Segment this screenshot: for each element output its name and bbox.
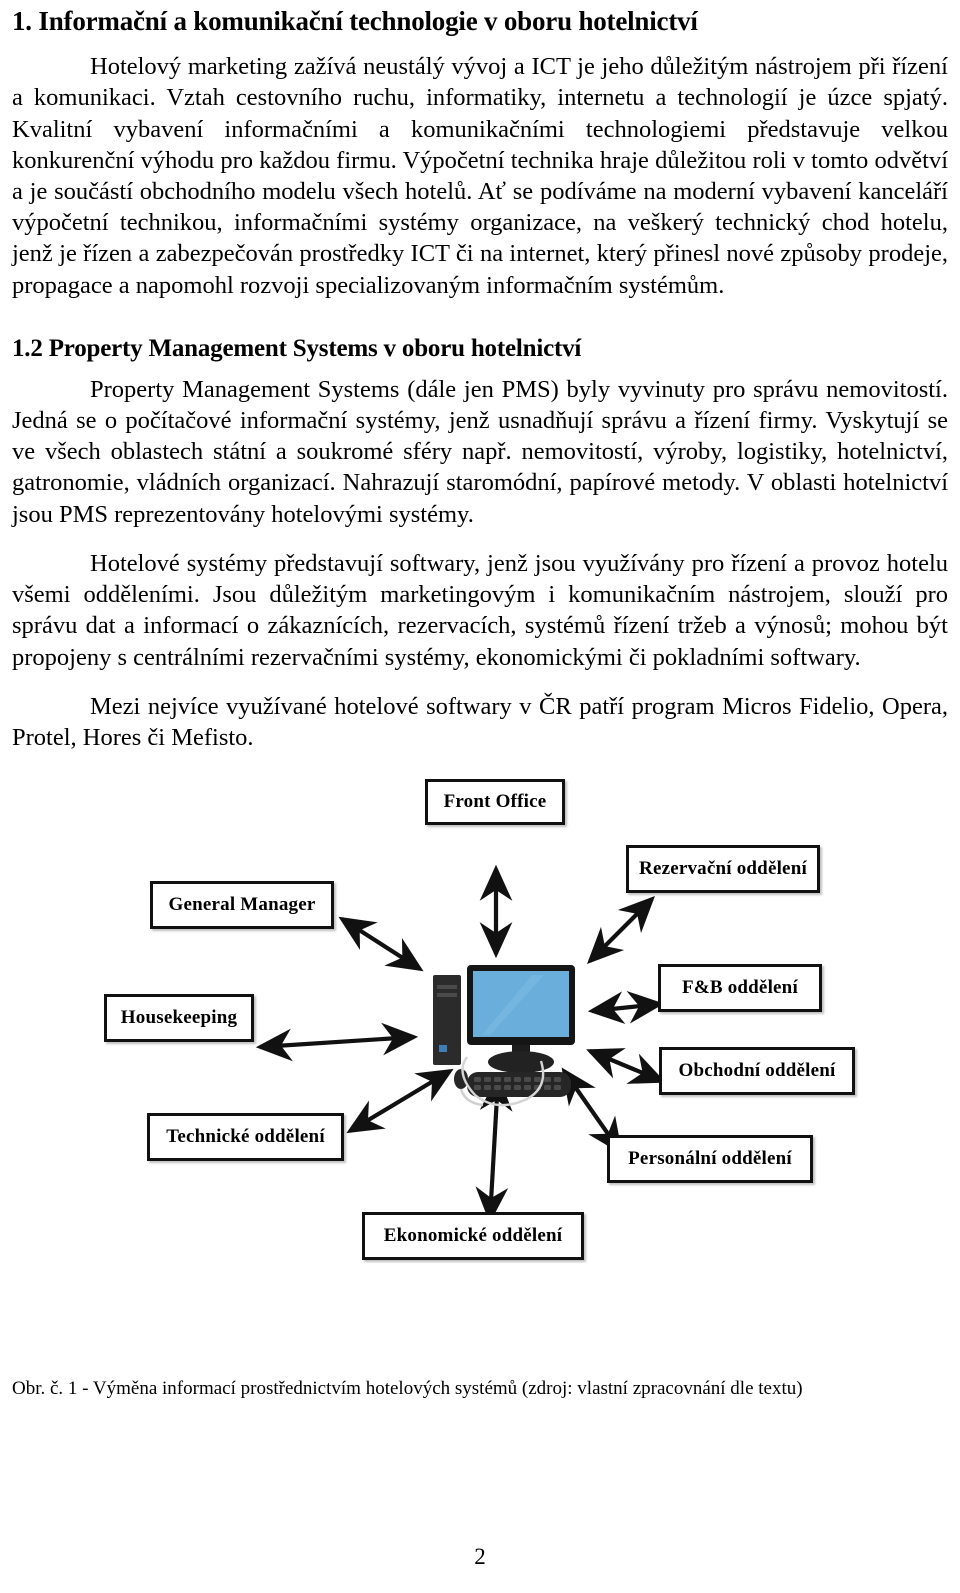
figure-information-exchange: Front Office Rezervační oddělení General… <box>12 779 948 1309</box>
node-fb-oddeleni[interactable]: F&B oddělení <box>658 964 822 1013</box>
node-front-office-label: Front Office <box>443 791 547 813</box>
figure-caption: Obr. č. 1 - Výměna informací prostřednic… <box>12 1378 803 1399</box>
node-front-office[interactable]: Front Office <box>425 779 565 826</box>
node-rezervacni-oddeleni[interactable]: Rezervační oddělení <box>626 845 820 894</box>
section-2-paragraph-3: Mezi nejvíce využívané hotelové softwary… <box>12 692 948 752</box>
section-2-heading: 1.2 Property Management Systems v oboru … <box>12 334 582 362</box>
node-general-manager-label: General Manager <box>168 894 316 916</box>
node-rezervacni-oddeleni-label: Rezervační oddělení <box>639 858 807 880</box>
node-obchodni-oddeleni[interactable]: Obchodní oddělení <box>659 1047 855 1096</box>
node-obchodni-oddeleni-label: Obchodní oddělení <box>678 1060 836 1082</box>
page-number: 2 <box>474 1544 486 1569</box>
document-page: 1. Informační a komunikační technologie … <box>0 6 960 1593</box>
node-fb-oddeleni-label: F&B oddělení <box>682 977 798 999</box>
node-housekeeping-label: Housekeeping <box>120 1007 238 1029</box>
node-housekeeping[interactable]: Housekeeping <box>104 994 254 1043</box>
section-1-paragraph-1: Hotelový marketing zažívá neustálý vývoj… <box>12 53 948 299</box>
node-general-manager[interactable]: General Manager <box>150 881 334 930</box>
section-2-paragraph-1: Property Management Systems (dále jen PM… <box>12 375 948 528</box>
node-personalni-oddeleni-label: Personální oddělení <box>628 1148 792 1170</box>
section-2-paragraph-2: Hotelové systémy představují softwary, j… <box>12 549 948 671</box>
node-ekonomicke-oddeleni-label: Ekonomické oddělení <box>383 1225 563 1247</box>
node-technicke-oddeleni[interactable]: Technické oddělení <box>147 1113 344 1162</box>
section-1-heading: 1. Informační a komunikační technologie … <box>12 6 698 36</box>
node-personalni-oddeleni[interactable]: Personální oddělení <box>607 1135 813 1184</box>
node-ekonomicke-oddeleni[interactable]: Ekonomické oddělení <box>362 1212 584 1261</box>
node-technicke-oddeleni-label: Technické oddělení <box>166 1126 325 1148</box>
